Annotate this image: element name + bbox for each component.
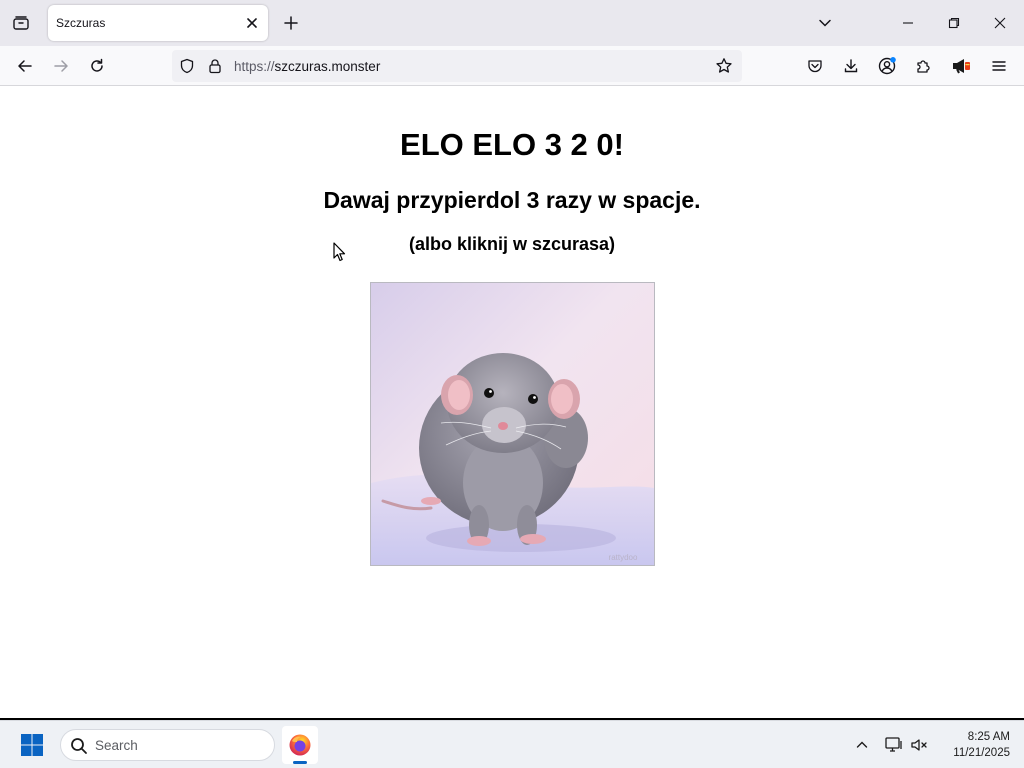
minimize-icon (903, 22, 913, 24)
forward-button[interactable] (46, 51, 76, 81)
speaker-muted-icon (911, 739, 927, 751)
extensions-button[interactable] (908, 51, 938, 81)
url-bar[interactable]: https://szczuras.monster (172, 50, 742, 82)
bookmark-button[interactable] (715, 57, 733, 75)
list-all-tabs-button[interactable] (812, 10, 838, 36)
url-scheme: https:// (234, 59, 275, 74)
network-button[interactable] (882, 733, 906, 757)
clock-time: 8:25 AM (967, 731, 1010, 743)
photo-watermark: rattydoo (609, 553, 638, 562)
site-security-button[interactable] (206, 57, 224, 75)
shield-icon (180, 58, 194, 74)
account-icon (878, 57, 896, 75)
download-icon (844, 59, 858, 73)
tab-close-button[interactable] (242, 13, 262, 33)
page-subheading: Dawaj przypierdol 3 razy w spacje. (323, 187, 701, 213)
close-icon (247, 18, 257, 28)
url-text[interactable]: https://szczuras.monster (234, 59, 380, 74)
page-hint: (albo kliknij w szcurasa) (408, 234, 616, 254)
page-content: ELO ELO 3 2 0! Dawaj przypierdol 3 razy … (0, 87, 1024, 719)
system-clock[interactable]: 8:25 AM 11/21/2025 (938, 729, 1010, 761)
taskbar-firefox[interactable] (282, 726, 318, 764)
lock-icon (209, 59, 221, 74)
url-host: szczuras.monster (274, 59, 381, 74)
network-monitor-icon (885, 737, 902, 752)
hamburger-icon (992, 61, 1006, 71)
volume-button[interactable] (908, 733, 932, 757)
reload-icon (91, 58, 103, 72)
tab-strip: Szczuras (0, 0, 1024, 46)
active-app-indicator (293, 761, 307, 764)
search-placeholder: Search (95, 738, 138, 753)
close-window-button[interactable] (977, 0, 1023, 46)
restore-icon (948, 17, 960, 29)
tab-list-button[interactable] (8, 10, 34, 36)
megaphone-icon (953, 59, 970, 74)
mouse-cursor (333, 242, 346, 262)
restore-button[interactable] (931, 0, 977, 46)
app-menu-button[interactable] (984, 51, 1014, 81)
pocket-icon (808, 60, 822, 73)
tab-list-icon (13, 16, 29, 30)
tab-szczuras[interactable]: Szczuras (48, 5, 268, 41)
clock-date: 11/21/2025 (953, 747, 1010, 759)
pocket-button[interactable] (800, 51, 830, 81)
rat-image[interactable]: rattydoo (370, 282, 655, 566)
new-tab-button[interactable] (278, 10, 304, 36)
taskbar: Search 8:25 AM 11/21/2025 (0, 720, 1024, 768)
chevron-down-icon (819, 19, 831, 27)
puzzle-icon (917, 60, 930, 73)
tracking-protection-button[interactable] (178, 57, 196, 75)
windows-logo-icon (21, 734, 43, 756)
navigation-toolbar: https://szczuras.monster (0, 46, 1024, 86)
back-button[interactable] (10, 51, 40, 81)
show-hidden-icons-button[interactable] (850, 733, 874, 757)
taskbar-search[interactable]: Search (60, 729, 275, 761)
page-heading: ELO ELO 3 2 0! (400, 127, 624, 162)
search-icon (71, 738, 87, 754)
star-icon (716, 58, 732, 73)
minimize-button[interactable] (885, 0, 931, 46)
arrow-left-icon (18, 60, 32, 72)
rat-photo: rattydoo (371, 283, 654, 565)
downloads-button[interactable] (836, 51, 866, 81)
reload-button[interactable] (82, 51, 112, 81)
plus-icon (284, 16, 298, 30)
arrow-right-icon (54, 60, 68, 72)
tab-title: Szczuras (56, 16, 106, 30)
firefox-icon (289, 734, 311, 756)
extension-speaker-button[interactable] (946, 51, 976, 81)
account-button[interactable] (872, 51, 902, 81)
close-icon (994, 17, 1006, 29)
chevron-up-icon (856, 741, 868, 748)
start-button[interactable] (14, 729, 50, 761)
